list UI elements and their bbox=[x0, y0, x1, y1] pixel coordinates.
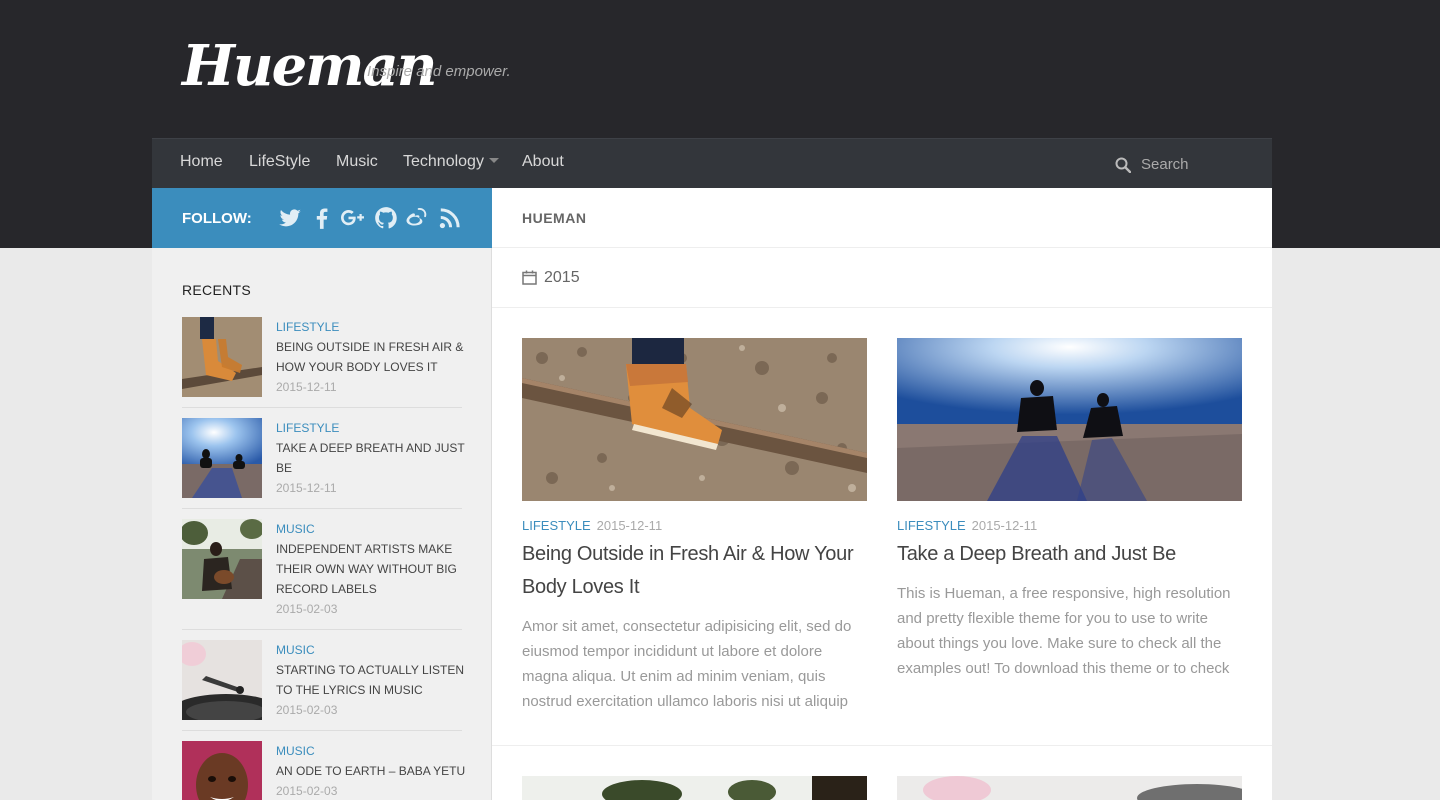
recent-date: 2015-02-03 bbox=[276, 703, 338, 717]
post-image[interactable] bbox=[522, 776, 867, 800]
trees-image bbox=[522, 776, 867, 800]
post-excerpt: Amor sit amet, consectetur adipisicing e… bbox=[522, 618, 852, 710]
facebook-icon[interactable] bbox=[309, 205, 335, 231]
recent-divider bbox=[182, 730, 462, 731]
sidebar: FOLLOW: RECENTS LIFESTYLE BEING OUTSIDE … bbox=[152, 188, 492, 800]
recent-date: 2015-12-11 bbox=[276, 481, 337, 495]
twitter-icon[interactable] bbox=[277, 205, 303, 231]
record-player-image bbox=[897, 776, 1242, 800]
recent-category[interactable]: MUSIC bbox=[276, 744, 315, 758]
github-icon[interactable] bbox=[373, 205, 399, 231]
nav-item-technology[interactable]: Technology bbox=[403, 153, 499, 171]
recent-title[interactable]: TAKE A DEEP BREATH AND JUST BE bbox=[276, 438, 466, 478]
recent-thumbnail[interactable] bbox=[182, 741, 262, 800]
post-date: 2015-12-11 bbox=[596, 518, 663, 533]
recent-title[interactable]: BEING OUTSIDE IN FRESH AIR & HOW YOUR BO… bbox=[276, 337, 466, 377]
post-image[interactable] bbox=[897, 338, 1242, 501]
nav-item-home[interactable]: Home bbox=[180, 153, 223, 171]
post-category[interactable]: LIFESTYLE bbox=[522, 518, 591, 533]
recent-title[interactable]: INDEPENDENT ARTISTS MAKE THEIR OWN WAY W… bbox=[276, 539, 466, 599]
recent-date: 2015-02-03 bbox=[276, 602, 338, 616]
nav-item-about[interactable]: About bbox=[522, 153, 564, 171]
page-title: HUEMAN bbox=[522, 210, 587, 226]
recent-category[interactable]: MUSIC bbox=[276, 522, 315, 536]
recent-divider bbox=[182, 508, 462, 509]
post-image[interactable] bbox=[897, 776, 1242, 800]
post-title[interactable]: Take a Deep Breath and Just Be bbox=[897, 538, 1242, 571]
shoes-on-rail-image bbox=[522, 338, 867, 501]
follow-bar: FOLLOW: bbox=[152, 188, 492, 248]
search-icon[interactable] bbox=[1115, 157, 1131, 173]
people-on-beach-image bbox=[182, 418, 262, 498]
recent-divider bbox=[182, 407, 462, 408]
post-row-divider bbox=[492, 745, 1272, 746]
recent-thumbnail[interactable] bbox=[182, 640, 262, 720]
recents-title: RECENTS bbox=[182, 282, 251, 298]
post-category[interactable]: LIFESTYLE bbox=[897, 518, 966, 533]
nav-item-technology-label: Technology bbox=[403, 153, 484, 170]
post-title[interactable]: Being Outside in Fresh Air & How Your Bo… bbox=[522, 538, 867, 604]
rss-icon[interactable] bbox=[437, 205, 463, 231]
main-nav: Home LifeStyle Music Technology About Se… bbox=[152, 138, 1272, 188]
nav-item-lifestyle[interactable]: LifeStyle bbox=[249, 153, 310, 171]
recent-category[interactable]: LIFESTYLE bbox=[276, 421, 339, 435]
post-excerpt: This is Hueman, a free responsive, high … bbox=[897, 585, 1231, 677]
follow-label: FOLLOW: bbox=[182, 210, 252, 227]
recent-title[interactable]: STARTING TO ACTUALLY LISTEN TO THE LYRIC… bbox=[276, 660, 466, 700]
site-tagline: Inspire and empower. bbox=[367, 63, 511, 80]
google-plus-icon[interactable] bbox=[340, 205, 366, 231]
shoes-on-rail-image bbox=[182, 317, 262, 397]
recent-category[interactable]: LIFESTYLE bbox=[276, 320, 339, 334]
people-on-beach-image bbox=[897, 338, 1242, 501]
recent-thumbnail[interactable] bbox=[182, 418, 262, 498]
archive-heading: 2015 bbox=[492, 248, 1272, 308]
search-input[interactable]: Search bbox=[1141, 156, 1189, 173]
archive-year: 2015 bbox=[544, 269, 580, 286]
recent-date: 2015-12-11 bbox=[276, 380, 337, 394]
recent-date: 2015-02-03 bbox=[276, 784, 338, 798]
recent-divider bbox=[182, 629, 462, 630]
recent-title[interactable]: AN ODE TO EARTH – BABA YETU bbox=[276, 761, 466, 781]
nav-item-music[interactable]: Music bbox=[336, 153, 378, 171]
recent-thumbnail[interactable] bbox=[182, 317, 262, 397]
post-date: 2015-12-11 bbox=[971, 518, 1038, 533]
post-meta: LIFESTYLE 2015-12-11 bbox=[897, 518, 1037, 533]
post-image[interactable] bbox=[522, 338, 867, 501]
post-meta: LIFESTYLE 2015-12-11 bbox=[522, 518, 662, 533]
smiling-child-image bbox=[182, 741, 262, 800]
record-player-image bbox=[182, 640, 262, 720]
page-heading-bar: HUEMAN bbox=[492, 188, 1272, 248]
chevron-down-icon bbox=[488, 158, 499, 163]
recent-category[interactable]: MUSIC bbox=[276, 643, 315, 657]
weibo-icon[interactable] bbox=[404, 205, 430, 231]
recent-thumbnail[interactable] bbox=[182, 519, 262, 599]
guitarist-image bbox=[182, 519, 262, 599]
main-content: HUEMAN 2015 LIFESTYLE 2015-12-11 Being O… bbox=[492, 188, 1272, 800]
calendar-icon bbox=[522, 270, 537, 285]
